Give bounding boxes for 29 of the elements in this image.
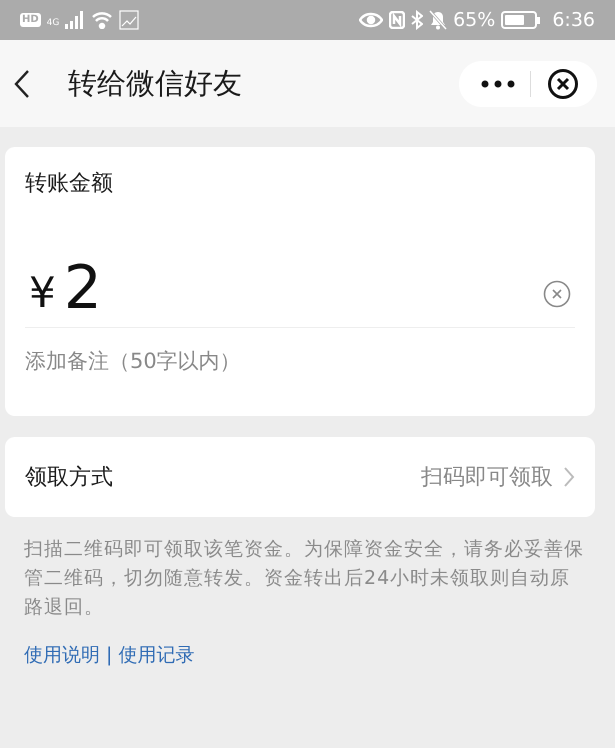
remark-field[interactable]: 添加备注（50字以内） <box>25 346 425 378</box>
chart-icon <box>119 10 140 30</box>
battery-percent: 65% <box>453 8 496 33</box>
amount-field[interactable]: 2 <box>64 258 102 318</box>
notice-text: 扫描二维码即可领取该笔资金。为保障资金安全，请务必妥善保管二维码，切勿随意转发。资金转出后24小时未领取则自动原路退回。 <box>24 537 585 620</box>
link[interactable]: 使用记录 <box>118 641 194 670</box>
chevron-right-icon <box>563 466 575 488</box>
network-label: 4G <box>46 17 60 30</box>
bluetooth-icon <box>411 10 424 30</box>
page-title: 转给微信好友 <box>68 64 242 102</box>
hd-badge: HD <box>20 13 41 27</box>
currency-symbol: ¥ <box>29 267 56 319</box>
battery-icon <box>501 11 540 29</box>
pickup-method-value: 扫码即可领取 <box>421 464 553 492</box>
pickup-method-label: 领取方式 <box>25 464 113 492</box>
signal-icon <box>65 11 86 29</box>
muted-bell-icon <box>429 10 448 30</box>
eye-icon <box>359 12 384 28</box>
nfc-icon <box>389 11 406 29</box>
back-icon[interactable] <box>14 68 30 98</box>
pickup-method-row[interactable]: 领取方式 扫码即可领取 <box>5 437 595 517</box>
clear-icon[interactable] <box>543 280 571 308</box>
link[interactable]: 使用说明 <box>24 641 100 670</box>
more-icon[interactable] <box>481 80 515 88</box>
wifi-icon <box>91 11 114 29</box>
amount-label: 转账金额 <box>25 170 113 198</box>
clock: 6:36 <box>552 8 595 33</box>
link-separator: | <box>106 643 112 668</box>
close-icon[interactable] <box>547 68 579 100</box>
